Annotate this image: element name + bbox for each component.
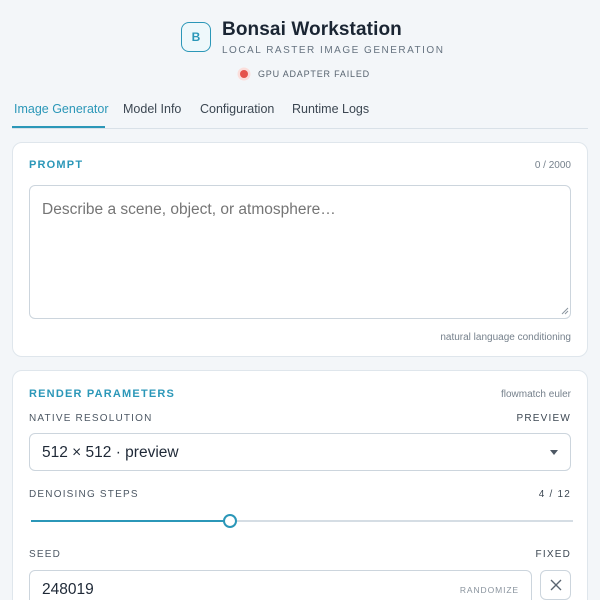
resolution-mode: PREVIEW	[516, 413, 571, 424]
seed-mode: FIXED	[535, 549, 571, 560]
status-indicator: GPU ADAPTER FAILED	[240, 69, 370, 79]
status-text: GPU ADAPTER FAILED	[258, 69, 370, 79]
prompt-char-counter: 0 / 2000	[534, 160, 571, 171]
steps-slider-thumb[interactable]	[223, 514, 237, 528]
clear-seed-button[interactable]	[540, 570, 571, 600]
resolution-selected-value: 512 × 512 · preview	[42, 444, 179, 461]
render-parameters-title: RENDER PARAMETERS	[29, 388, 176, 400]
tab-model-info[interactable]: Model Info	[123, 102, 181, 116]
tab-image-generator[interactable]: Image Generator	[14, 102, 109, 116]
app-header: B Bonsai Workstation LOCAL RASTER IMAGE …	[0, 0, 600, 92]
sampler-name: flowmatch euler	[500, 389, 571, 400]
steps-readout: 4 / 12	[538, 489, 571, 500]
resolution-label: NATIVE RESOLUTION	[29, 413, 153, 424]
app-subtitle: LOCAL RASTER IMAGE GENERATION	[222, 45, 445, 56]
randomize-button[interactable]: RANDOMIZE	[460, 585, 519, 595]
seed-value: 248019	[42, 581, 94, 598]
app-logo: B	[181, 22, 211, 52]
tab-configuration[interactable]: Configuration	[200, 102, 274, 116]
seed-input[interactable]: 248019 RANDOMIZE	[29, 570, 532, 600]
chevron-down-icon	[550, 450, 558, 455]
prompt-input[interactable]	[29, 185, 571, 319]
status-dot-icon	[240, 70, 248, 78]
resize-handle-icon[interactable]	[561, 307, 569, 315]
resolution-select[interactable]: 512 × 512 · preview	[29, 433, 571, 471]
tab-bar: Image Generator Model Info Configuration…	[0, 92, 600, 130]
tab-runtime-logs[interactable]: Runtime Logs	[292, 102, 369, 116]
steps-slider[interactable]	[31, 514, 573, 528]
steps-label: DENOISING STEPS	[29, 489, 139, 500]
prompt-card: PROMPT 0 / 2000 natural language conditi…	[12, 142, 588, 357]
seed-label: SEED	[29, 549, 62, 560]
prompt-title: PROMPT	[29, 159, 84, 171]
steps-slider-fill	[31, 520, 230, 522]
render-parameters-card: RENDER PARAMETERS flowmatch euler NATIVE…	[12, 370, 588, 600]
active-tab-indicator	[12, 126, 105, 128]
app-title: Bonsai Workstation	[222, 19, 402, 40]
prompt-hint: natural language conditioning	[440, 332, 571, 343]
tab-divider	[12, 128, 588, 129]
close-icon	[550, 579, 561, 591]
